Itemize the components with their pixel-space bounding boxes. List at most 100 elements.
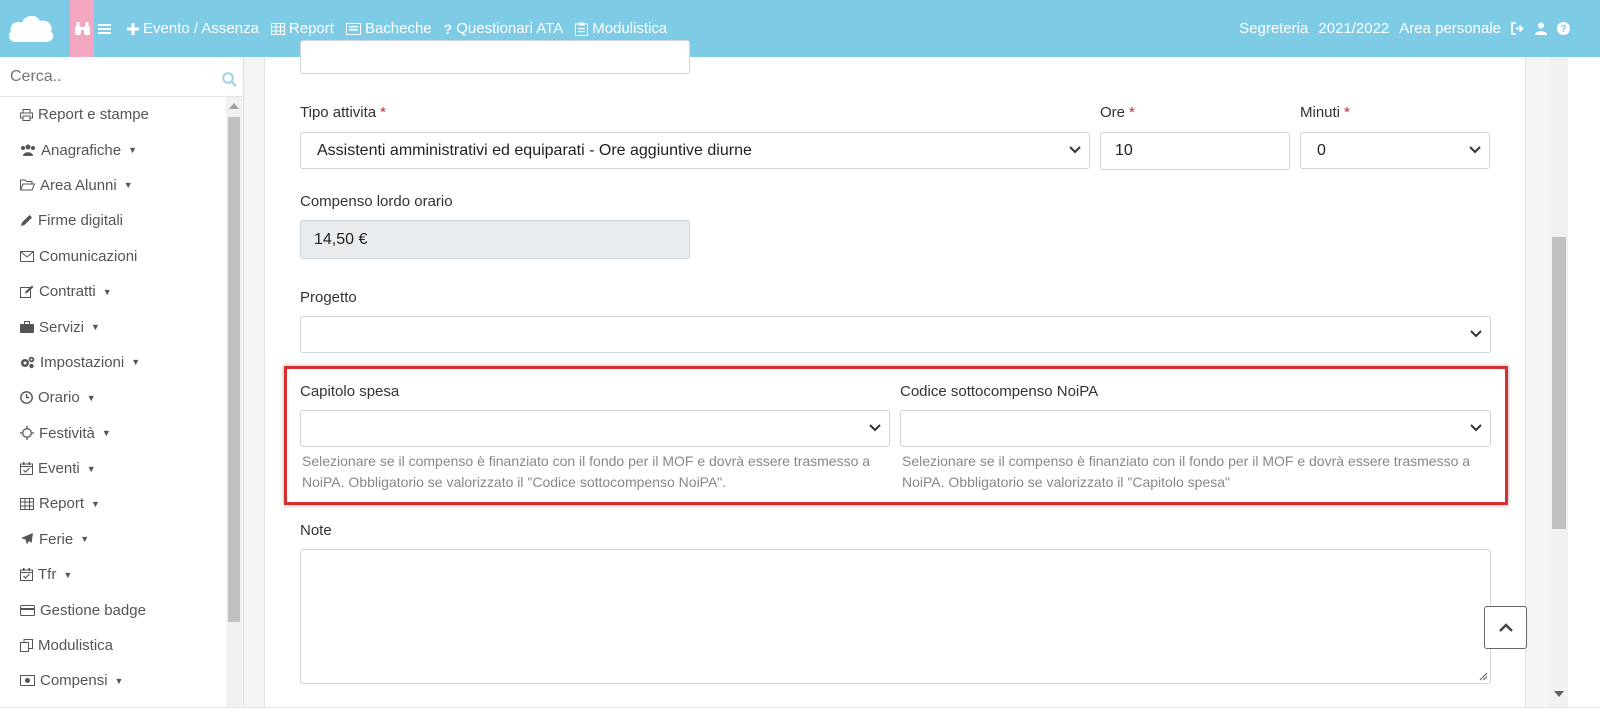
- caret-down-icon: ▼: [123, 180, 133, 191]
- codice-sottocompenso-help: Selezionare se il compenso è finanziato …: [902, 453, 1471, 490]
- minuti-label: Minuti *: [1300, 104, 1350, 121]
- hamburger-icon: [98, 23, 111, 34]
- help-icon[interactable]: ?: [1557, 22, 1570, 35]
- nav-report[interactable]: Report: [270, 20, 334, 37]
- required-mark: *: [380, 104, 386, 121]
- note-label: Note: [300, 522, 332, 539]
- chevron-down-icon: [1069, 145, 1081, 153]
- page-scrollbar[interactable]: [1550, 57, 1568, 707]
- search-input[interactable]: [10, 65, 210, 89]
- bottom-edge: [0, 707, 1600, 721]
- menu-toggle[interactable]: [98, 23, 115, 35]
- sidebar-search: [0, 57, 244, 97]
- office-label[interactable]: Segreteria: [1239, 20, 1308, 37]
- sidebar-item-orario[interactable]: Orario ▼: [0, 380, 226, 415]
- pencil-icon: [21, 215, 32, 227]
- sidebar-item-servizi[interactable]: Servizi ▼: [0, 309, 226, 344]
- copy-icon: [20, 639, 33, 653]
- logout-icon[interactable]: [1511, 22, 1525, 35]
- nav-modulistica[interactable]: Modulistica: [575, 20, 667, 37]
- back-to-top-button[interactable]: [1484, 606, 1527, 649]
- capitolo-spesa-help: Selezionare se il compenso è finanziato …: [302, 453, 871, 490]
- capitolo-spesa-label: Capitolo spesa: [300, 383, 400, 400]
- note-textarea[interactable]: [300, 549, 1491, 684]
- question-icon: ?: [443, 20, 453, 37]
- table-icon: [270, 22, 285, 35]
- caret-down-icon: ▼: [102, 286, 112, 297]
- sidebar-item-modulistica[interactable]: Modulistica: [0, 628, 226, 663]
- sidebar-scrollbar-thumb[interactable]: [228, 117, 240, 622]
- previous-field-partial[interactable]: [300, 40, 690, 74]
- sidebar-item-eventi[interactable]: Eventi ▼: [0, 451, 226, 486]
- top-bar: Evento / Assenza Report Bacheche ? Quest…: [0, 0, 1600, 57]
- codice-sottocompenso-label: Codice sottocompenso NoiPA: [900, 383, 1099, 400]
- sidebar-item-firme-digitali[interactable]: Firme digitali: [0, 203, 226, 238]
- nav-bacheche[interactable]: Bacheche: [345, 20, 432, 37]
- caret-down-icon: ▼: [63, 569, 73, 580]
- capitolo-spesa-select[interactable]: [300, 410, 890, 447]
- sidebar-item-report[interactable]: Report ▼: [0, 486, 226, 521]
- caret-down-icon: ▼: [128, 145, 137, 156]
- compenso-label: Compenso lordo orario: [300, 193, 453, 210]
- chevron-down-icon: [1470, 329, 1482, 337]
- progetto-select[interactable]: [300, 316, 1491, 353]
- ore-label: Ore *: [1100, 104, 1135, 121]
- chevron-down-icon: [1469, 145, 1481, 153]
- sun-icon: [20, 426, 34, 441]
- printer-icon: [20, 108, 33, 121]
- user-nav: Segreteria 2021/2022 Area personale ?: [1229, 0, 1570, 57]
- binoculars-icon[interactable]: [70, 0, 94, 57]
- scroll-up-arrow-icon[interactable]: [229, 103, 239, 109]
- search-icon[interactable]: [222, 72, 237, 92]
- chevron-down-icon: [869, 423, 881, 431]
- caret-down-icon: ▼: [80, 534, 90, 545]
- page-scrollbar-thumb[interactable]: [1552, 237, 1566, 529]
- clock-icon: [20, 391, 33, 405]
- sidebar-item-anagrafiche[interactable]: Anagrafiche ▼: [0, 132, 226, 167]
- money-icon: [20, 675, 35, 687]
- caret-down-icon: ▼: [91, 322, 100, 333]
- sidebar-item-contratti[interactable]: Contratti ▼: [0, 274, 226, 309]
- caret-down-icon: ▼: [86, 392, 96, 403]
- plus-icon: [127, 22, 139, 35]
- tipo-attivita-select[interactable]: Assistenti amministrativi ed equiparati …: [300, 132, 1090, 169]
- caret-down-icon: ▼: [114, 675, 124, 686]
- sidebar-item-compensi[interactable]: Compensi ▼: [0, 663, 226, 698]
- caret-down-icon: ▼: [91, 498, 100, 509]
- caret-down-icon: ▼: [101, 428, 111, 439]
- chevron-up-icon: [1498, 623, 1513, 632]
- school-year[interactable]: 2021/2022: [1318, 20, 1389, 37]
- sidebar-item-comunicazioni[interactable]: Comunicazioni: [0, 239, 226, 274]
- compenso-readonly-field: 14,50 €: [300, 220, 690, 259]
- required-mark: *: [1129, 104, 1135, 121]
- sidebar-item-ferie[interactable]: Ferie ▼: [0, 522, 226, 557]
- ore-input[interactable]: 10: [1100, 132, 1290, 170]
- sidebar-item-festivita[interactable]: Festività ▼: [0, 416, 226, 451]
- sidebar-scrollbar[interactable]: [226, 97, 242, 721]
- sidebar-item-report-e-stampe[interactable]: Report e stampe: [0, 97, 226, 132]
- personal-area-link[interactable]: Area personale: [1399, 20, 1501, 37]
- nav-evento-assenza[interactable]: Evento / Assenza: [127, 20, 259, 37]
- caret-down-icon: ▼: [131, 357, 141, 368]
- edit-icon: [20, 285, 34, 299]
- credit-card-icon: [20, 604, 35, 616]
- envelope-icon: [20, 250, 34, 262]
- minuti-select[interactable]: 0: [1300, 132, 1490, 169]
- svg-text:?: ?: [1560, 24, 1566, 35]
- calendar-check-icon: [20, 462, 33, 476]
- scroll-down-arrow-icon[interactable]: [1554, 691, 1564, 697]
- sidebar: Report e stampe Anagrafiche ▼ Area Alunn…: [0, 57, 244, 721]
- sidebar-item-area-alunni[interactable]: Area Alunni ▼: [0, 168, 226, 203]
- folder-open-icon: [20, 179, 35, 191]
- sidebar-item-gestione-badge[interactable]: Gestione badge: [0, 592, 226, 627]
- codice-sottocompenso-select[interactable]: [900, 410, 1491, 447]
- nav-questionari-ata[interactable]: ? Questionari ATA: [444, 20, 564, 37]
- sidebar-item-tfr[interactable]: Tfr ▼: [0, 557, 226, 592]
- sidebar-item-impostazioni[interactable]: Impostazioni ▼: [0, 345, 226, 380]
- cloud-logo-icon[interactable]: [6, 8, 56, 48]
- user-icon[interactable]: [1535, 22, 1547, 35]
- board-icon: [345, 22, 361, 35]
- plane-icon: [21, 533, 33, 545]
- forms-icon: [575, 22, 589, 36]
- users-icon: [21, 144, 35, 157]
